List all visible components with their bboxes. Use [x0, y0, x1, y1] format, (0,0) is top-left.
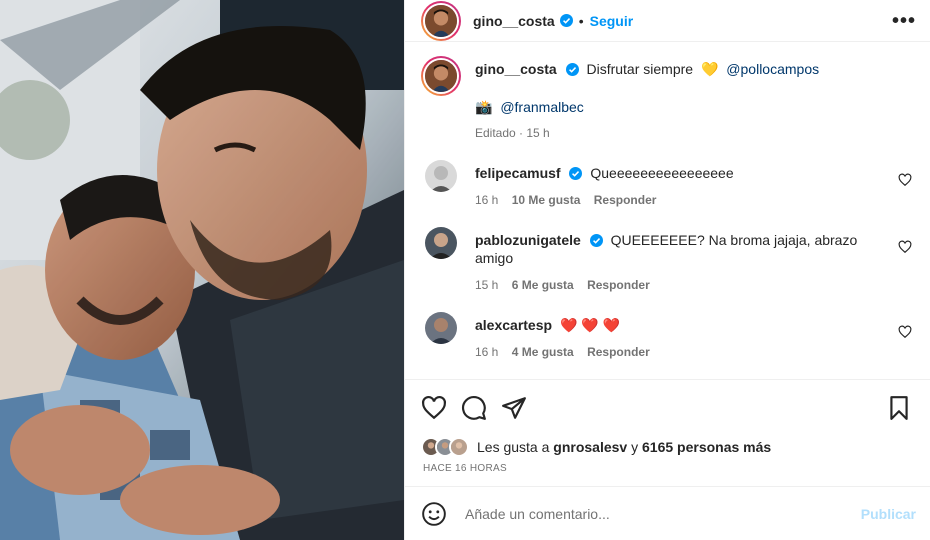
commenter-avatar[interactable] [425, 227, 457, 259]
emoji-icon[interactable] [421, 501, 447, 527]
photo-credit-link[interactable]: @franmalbec [500, 99, 583, 115]
author-username[interactable]: gino__costa [473, 13, 555, 29]
reply-button[interactable]: Responder [587, 278, 650, 292]
like-comment-heart-icon[interactable] [898, 173, 912, 187]
likes-connector: y [631, 439, 639, 455]
comment-item: pablozunigatele QUEEEEEEE? Na broma jaja… [421, 227, 914, 292]
caption-avatar[interactable] [421, 56, 461, 96]
caption-mention-link[interactable]: @pollocampos [726, 61, 819, 77]
comment-likes[interactable]: 4 Me gusta [512, 345, 574, 359]
comments-section: gino__costa Disfrutar siempre 💛 @polloca… [405, 42, 930, 380]
header-separator: • [578, 12, 584, 29]
likes-text: Les gusta a gnrosalesv y 6165 personas m… [477, 439, 771, 455]
caption-username[interactable]: gino__costa [475, 61, 557, 77]
comment-time[interactable]: 16 h [475, 193, 498, 207]
like-heart-icon[interactable] [421, 395, 447, 421]
comment-likes[interactable]: 6 Me gusta [512, 278, 574, 292]
verified-icon [565, 63, 579, 76]
post-photo-image [0, 0, 404, 540]
liker-avatars[interactable] [421, 437, 469, 457]
like-comment-heart-icon[interactable] [898, 325, 912, 339]
edited-label: Editado · 15 h [475, 126, 550, 140]
post-dialog: gino__costa • Seguir ••• gino__costa Dis… [0, 0, 930, 540]
reply-button[interactable]: Responder [594, 193, 657, 207]
save-icon[interactable] [886, 395, 912, 421]
author-avatar[interactable] [421, 0, 461, 41]
share-icon[interactable] [501, 395, 527, 421]
reply-button[interactable]: Responder [587, 345, 650, 359]
more-options-icon[interactable]: ••• [892, 11, 916, 31]
publish-button[interactable]: Publicar [861, 506, 916, 522]
comment-item: felipecamusf Queeeeeeeeeeeeeeee 16 h 10 … [421, 160, 914, 207]
post-header: gino__costa • Seguir ••• [405, 0, 930, 42]
post-side-panel: gino__costa • Seguir ••• gino__costa Dis… [404, 0, 930, 540]
caption-text: Disfrutar siempre [586, 61, 694, 77]
comment-text: Queeeeeeeeeeeeeeee [590, 165, 734, 181]
commenter-avatar[interactable] [425, 160, 457, 192]
comment-input[interactable] [465, 505, 861, 522]
verified-icon [589, 234, 603, 247]
comment-icon[interactable] [461, 395, 487, 421]
commenter-username[interactable]: pablozunigatele [475, 232, 581, 248]
post-actions-bar [405, 380, 930, 436]
comment-likes[interactable]: 10 Me gusta [512, 193, 581, 207]
commenter-username[interactable]: felipecamusf [475, 165, 561, 181]
likes-prefix: Les gusta a [477, 439, 550, 455]
comment-text: ❤️ ❤️ ❤️ [559, 317, 621, 333]
liker-username-link[interactable]: gnrosalesv [553, 439, 627, 455]
post-caption: gino__costa Disfrutar siempre 💛 @polloca… [421, 56, 914, 140]
add-comment-bar: Publicar [405, 486, 930, 540]
yellow-heart-emoji: 💛 [700, 61, 719, 77]
comment-item: alexcartesp ❤️ ❤️ ❤️ 16 h 4 Me gusta Res… [421, 312, 914, 359]
camera-emoji: 📸 [475, 99, 493, 115]
likes-summary: Les gusta a gnrosalesv y 6165 personas m… [405, 436, 930, 458]
like-comment-heart-icon[interactable] [898, 240, 912, 254]
post-timestamp[interactable]: HACE 16 HORAS [405, 458, 930, 480]
likes-count-link[interactable]: 6165 personas más [642, 439, 771, 455]
commenter-username[interactable]: alexcartesp [475, 317, 552, 333]
commenter-avatar[interactable] [425, 312, 457, 344]
follow-button[interactable]: Seguir [590, 13, 634, 29]
comment-time[interactable]: 16 h [475, 345, 498, 359]
verified-icon [569, 167, 583, 180]
comment-time[interactable]: 15 h [475, 278, 498, 292]
post-photo[interactable] [0, 0, 404, 540]
verified-icon [559, 14, 573, 27]
